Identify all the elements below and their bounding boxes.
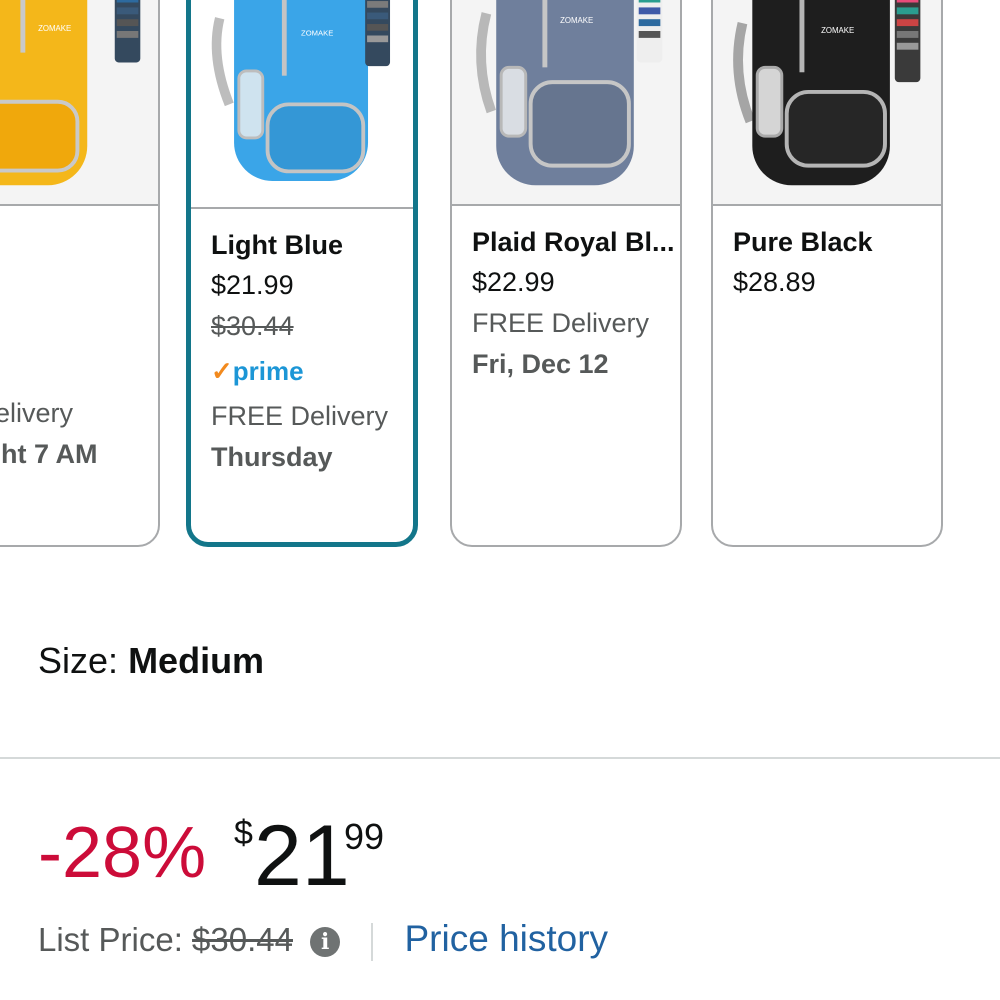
info-icon[interactable]: i [310, 927, 341, 958]
variant-image-light-blue: ZOMAKE [191, 0, 413, 209]
backpack-icon: ZOMAKE [476, 0, 663, 186]
size-value: Medium [128, 640, 265, 681]
prime-badge: ime [0, 343, 148, 393]
variant-list-price: $30.44 [211, 311, 294, 341]
variant-name: Pure Black [733, 227, 873, 257]
backpack-icon: ZOMAKE [211, 0, 391, 181]
prime-check-icon: ✓ [211, 356, 233, 386]
price-fraction: 99 [344, 816, 385, 857]
size-label: Size: [38, 640, 119, 681]
list-price-label: List Price: [38, 921, 183, 958]
variant-image-yellow: ZOMAKE [0, 0, 158, 206]
variant-price: $28.89 [733, 267, 816, 297]
list-price-value: $30.44 [192, 921, 293, 958]
delivery-label: FREE Delivery [472, 308, 650, 338]
delivery-label: E Delivery [0, 398, 74, 428]
discount-percent: -28% [38, 813, 207, 893]
backpack-icon: ZOMAKE [733, 0, 921, 186]
variant-image-plaid-royal-blue: ZOMAKE [452, 0, 680, 206]
price-currency-symbol: $ [234, 814, 253, 852]
svg-text:ZOMAKE: ZOMAKE [38, 24, 71, 33]
variant-image-pure-black: ZOMAKE [713, 0, 941, 206]
svg-text:ZOMAKE: ZOMAKE [560, 16, 593, 25]
color-variant-carousel: ZOMAKE ow 79 99 ime E Delivery rnight 7 … [0, 0, 1000, 560]
backpack-icon: ZOMAKE [0, 0, 141, 186]
list-price-row: List Price: $30.44 i Price history [38, 918, 609, 962]
separator [371, 923, 374, 962]
delivery-label: FREE Delivery [211, 401, 389, 431]
divider [0, 757, 1000, 759]
size-selector-label: Size: Medium [38, 640, 264, 682]
svg-text:ZOMAKE: ZOMAKE [821, 26, 854, 35]
variant-name: ow [0, 222, 148, 262]
variant-name: Light Blue [211, 230, 343, 260]
price-history-link[interactable]: Price history [405, 918, 609, 959]
prime-label: prime [232, 356, 304, 386]
delivery-date: Fri, Dec 12 [472, 349, 609, 379]
price-whole: 21 [254, 808, 350, 904]
variant-list-price: 99 [0, 303, 148, 343]
variant-price: $22.99 [472, 267, 555, 297]
svg-text:ZOMAKE: ZOMAKE [301, 29, 333, 38]
variant-card-light-blue[interactable]: ZOMAKE Light Blue $21.99 $30.44 ✓prime F… [186, 0, 418, 547]
delivery-date: rnight 7 AM [0, 439, 98, 469]
delivery-date: Thursday [211, 442, 333, 472]
prime-badge: ✓prime [211, 346, 403, 396]
variant-price: 79 [0, 262, 148, 303]
variant-card-pure-black[interactable]: ZOMAKE Pure Black $28.89 [711, 0, 943, 547]
variant-card-yellow[interactable]: ZOMAKE ow 79 99 ime E Delivery rnight 7 … [0, 0, 160, 547]
delivery-date-line2: AM [0, 475, 148, 516]
variant-name: Plaid Royal Bl... [472, 227, 675, 257]
variant-price: $21.99 [211, 270, 294, 300]
variant-card-plaid-royal-blue[interactable]: ZOMAKE Plaid Royal Bl... $22.99 FREE Del… [450, 0, 682, 547]
